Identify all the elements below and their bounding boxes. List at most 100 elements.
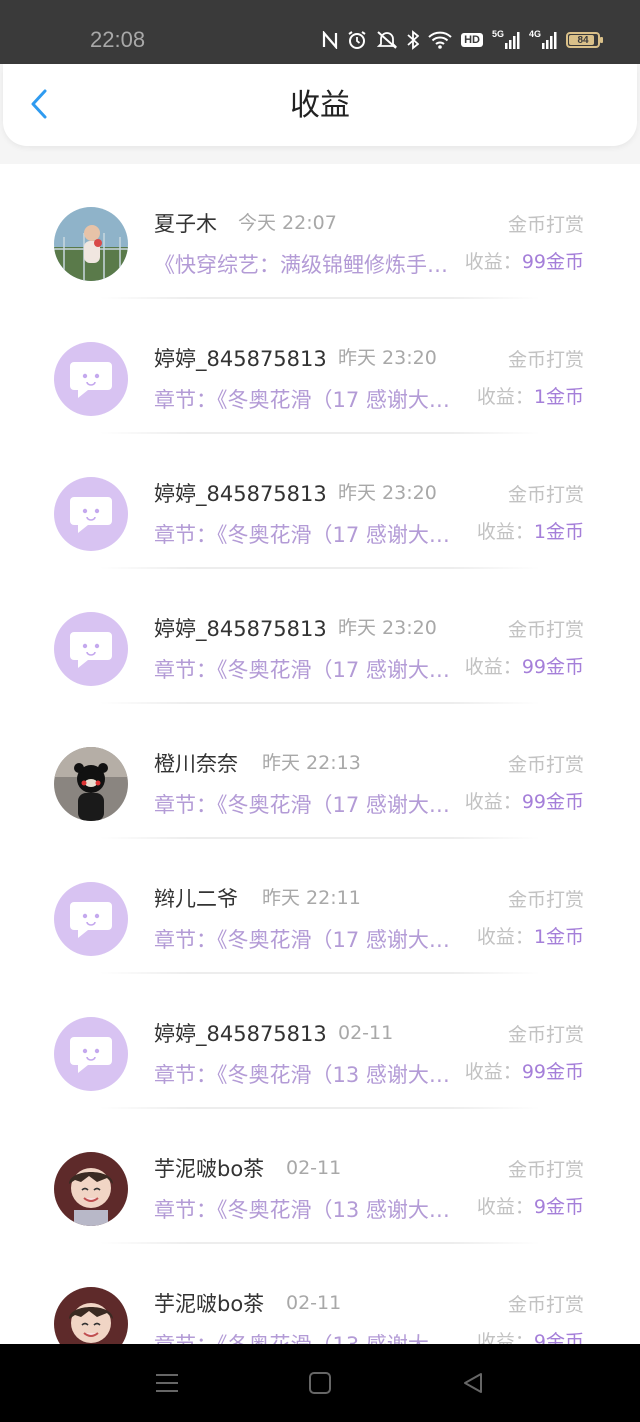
menu-icon[interactable]: [152, 1368, 182, 1398]
user-avatar[interactable]: [54, 1287, 128, 1344]
user-name: 婷婷_845875813: [154, 482, 327, 506]
chapter-title: 章节：《冬奥花滑（17 感谢大家的支持: [154, 793, 450, 817]
reward-type: 金币打赏: [507, 1159, 584, 1181]
reward-type: 金币打赏: [507, 754, 584, 776]
net1-label: 5G: [491, 29, 504, 39]
signal-5g-icon: 5G: [491, 29, 520, 49]
status-time: 22:08: [90, 27, 146, 52]
earnings-amount: 9金币: [533, 1331, 584, 1344]
earnings-amount: 99金币: [521, 656, 584, 678]
earnings: 收益：99金币: [465, 653, 584, 681]
list-item[interactable]: 芋泥啵bo茶 02-11 金币打赏章节：《冬奥花滑（13 感谢大家的支持 收益：9金币: [0, 1244, 640, 1344]
item-time: 昨天 23:20: [338, 482, 437, 504]
back-triangle-icon[interactable]: [458, 1368, 488, 1398]
earnings: 收益：99金币: [465, 248, 584, 276]
user-name: 芋泥啵bo茶: [154, 1292, 265, 1316]
item-time: 02-11: [286, 1292, 342, 1314]
earnings: 收益：99金币: [465, 788, 584, 816]
default-avatar-icon[interactable]: [54, 1017, 128, 1091]
earnings: 收益：1金币: [477, 518, 584, 546]
earnings: 收益：99金币: [465, 1058, 584, 1086]
user-name: 橙川奈奈: [154, 752, 238, 776]
status-icons: HD 5G 4G 84: [322, 24, 603, 56]
earnings: 收益：9金币: [477, 1328, 584, 1344]
earnings-amount: 1金币: [533, 926, 584, 948]
wifi-icon: [428, 31, 452, 49]
earnings-label: 收益：: [464, 1061, 522, 1083]
hd-icon: HD: [461, 33, 483, 47]
item-time: 昨天 23:20: [338, 617, 437, 639]
signal-4g-icon: 4G: [528, 29, 557, 49]
earnings-label: 收益：: [464, 251, 522, 273]
earnings-label: 收益：: [464, 656, 522, 678]
earnings-label: 收益：: [464, 791, 522, 813]
reward-type: 金币打赏: [507, 619, 584, 641]
item-time: 昨天 23:20: [338, 347, 437, 369]
mute-icon: [376, 30, 398, 50]
list-item[interactable]: 辫儿二爷 昨天 22:11 金币打赏章节：《冬奥花滑（17 感谢大家的支持 收益：1金…: [0, 839, 640, 974]
earnings: 收益：9金币: [477, 1193, 584, 1221]
item-time: 昨天 22:11: [262, 887, 361, 909]
list-item[interactable]: 芋泥啵bo茶 02-11 金币打赏章节：《冬奥花滑（13 感谢大家的支持 收益：9金币: [0, 1109, 640, 1244]
reward-type: 金币打赏: [507, 1024, 584, 1046]
page-title: 收益: [290, 88, 350, 123]
item-time: 昨天 22:13: [262, 752, 361, 774]
reward-type: 金币打赏: [507, 214, 584, 236]
user-avatar[interactable]: [54, 207, 128, 281]
user-name: 辫儿二爷: [154, 887, 238, 911]
header: 收益: [0, 64, 640, 164]
default-avatar-icon[interactable]: [54, 882, 128, 956]
list-item[interactable]: 婷婷_845875813 02-11 金币打赏章节：《冬奥花滑（13 感谢大家的支持…: [0, 974, 640, 1109]
net2-label: 4G: [528, 29, 541, 39]
list-item[interactable]: 橙川奈奈 昨天 22:13 金币打赏章节：《冬奥花滑（17 感谢大家的支持收益：99…: [0, 704, 640, 839]
reward-type: 金币打赏: [507, 349, 584, 371]
user-name: 夏子木: [154, 212, 217, 236]
user-name: 婷婷_845875813: [154, 617, 327, 641]
earnings-label: 收益：: [476, 1331, 534, 1344]
nfc-icon: [322, 31, 338, 49]
earnings-list: 夏子木 今天 22:07 金币打赏 《快穿综艺：满级锦鲤修炼手册》 收益：99金币 婷婷_…: [0, 164, 640, 1344]
bluetooth-icon: [407, 30, 420, 50]
header-card: 收益: [3, 64, 637, 146]
list-item[interactable]: 婷婷_845875813 昨天 23:20 金币打赏 章节：《冬奥花滑（17 感谢大家…: [0, 299, 640, 434]
chapter-title: 章节：《冬奥花滑（13 感谢大家的支持: [154, 1331, 450, 1344]
reward-type: 金币打赏: [507, 1294, 584, 1316]
earnings-amount: 99金币: [521, 251, 584, 273]
status-bar: 22:08 HD 5G 4G 84: [0, 0, 640, 64]
battery-level: 84: [577, 34, 589, 46]
nav-bar: [0, 1344, 640, 1422]
battery-icon: 84: [566, 32, 603, 48]
reward-type: 金币打赏: [507, 889, 584, 911]
user-avatar[interactable]: [54, 747, 128, 821]
earnings-label: 收益：: [476, 1196, 534, 1218]
reward-type: 金币打赏: [507, 484, 584, 506]
user-name: 婷婷_845875813: [154, 347, 327, 371]
earnings-label: 收益：: [476, 521, 534, 543]
earnings-label: 收益：: [476, 386, 534, 408]
chapter-title: 章节：《冬奥花滑（17 感谢大家的支持: [154, 523, 450, 547]
chapter-title: 《快穿综艺：满级锦鲤修炼手册》: [154, 253, 450, 277]
item-time: 今天 22:07: [238, 212, 337, 234]
default-avatar-icon[interactable]: [54, 477, 128, 551]
user-name: 婷婷_845875813: [154, 1022, 327, 1046]
home-square-icon[interactable]: [305, 1368, 335, 1398]
chapter-title: 章节：《冬奥花滑（17 感谢大家的支持: [154, 658, 450, 682]
user-name: 芋泥啵bo茶: [154, 1157, 265, 1181]
hd-label: HD: [464, 34, 480, 46]
user-avatar[interactable]: [54, 1152, 128, 1226]
earnings-amount: 99金币: [521, 1061, 584, 1083]
default-avatar-icon[interactable]: [54, 612, 128, 686]
earnings: 收益：1金币: [477, 383, 584, 411]
list-item[interactable]: 婷婷_845875813 昨天 23:20 金币打赏章节：《冬奥花滑（17 感谢大家…: [0, 434, 640, 569]
earnings-amount: 1金币: [533, 521, 584, 543]
chapter-title: 章节：《冬奥花滑（13 感谢大家的支持: [154, 1198, 450, 1222]
item-time: 02-11: [286, 1157, 342, 1179]
default-avatar-icon[interactable]: [54, 342, 128, 416]
chapter-title: 章节：《冬奥花滑（13 感谢大家的支持: [154, 1063, 450, 1087]
earnings-amount: 1金币: [533, 386, 584, 408]
list-item[interactable]: 夏子木 今天 22:07 金币打赏《快穿综艺：满级锦鲤修炼手册》 收益：99金币: [0, 164, 640, 299]
item-time: 02-11: [338, 1022, 394, 1044]
earnings-amount: 99金币: [521, 791, 584, 813]
list-item[interactable]: 婷婷_845875813 昨天 23:20 金币打赏章节：《冬奥花滑（17 感谢大家…: [0, 569, 640, 704]
earnings: 收益：1金币: [477, 923, 584, 951]
